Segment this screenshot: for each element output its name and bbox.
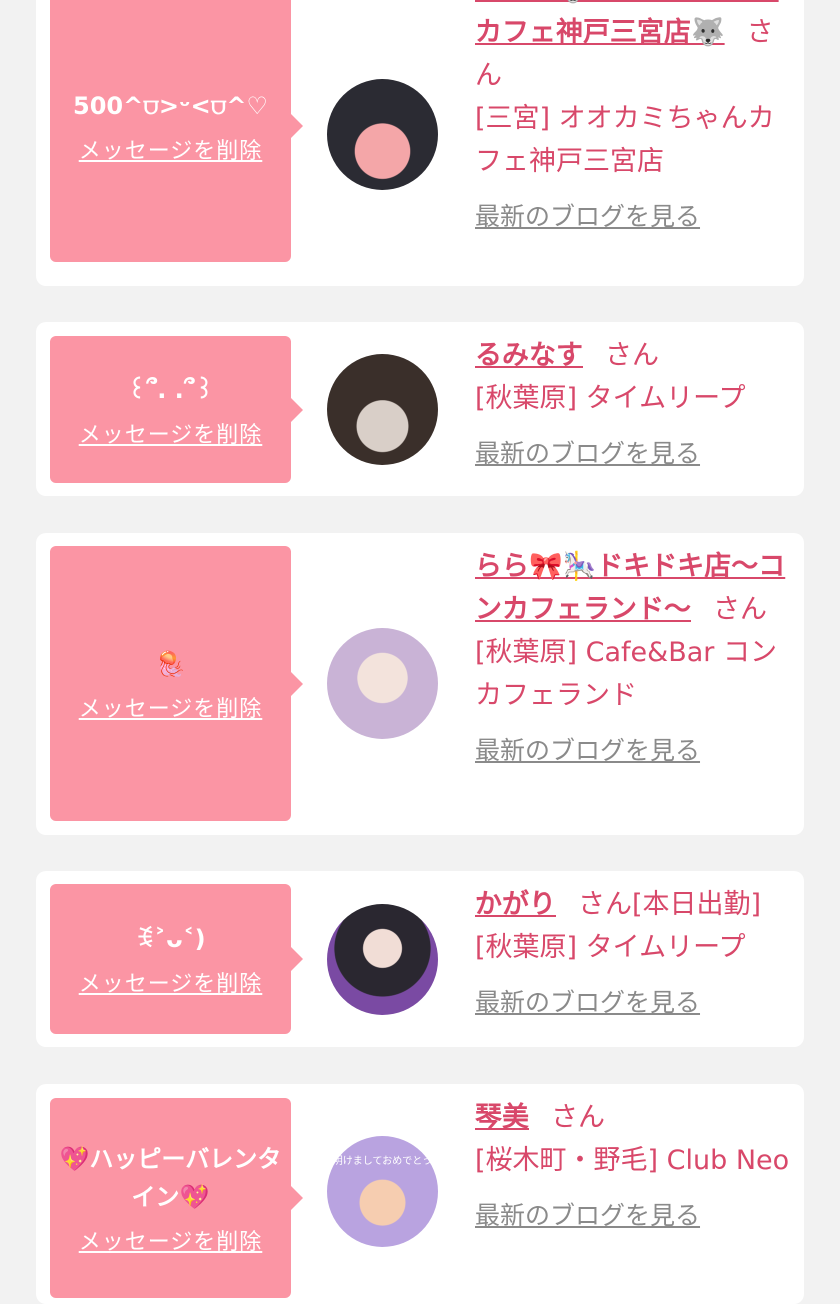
message-bubble: 🪼 メッセージを削除 [50,546,291,821]
message-text: 500^⩌>ᵕ<⩌^♡ [73,92,268,120]
latest-blog-link[interactable]: 最新のブログを見る [475,729,795,772]
message-bubble: ꉂ˃ᴗ˂) メッセージを削除 [50,884,291,1034]
honorific: さん [713,594,767,625]
delete-message-link[interactable]: メッセージを削除 [79,1224,263,1256]
shop-name: [三宮] オオカミちゃんカフェ神戸三宮店 [475,103,775,177]
cast-name-link[interactable]: 琴美 [475,1102,529,1133]
cast-info: にゃみ🐺オオカミちゃんカフェ神戸三宮店🐺さん [三宮] オオカミちゃんカフェ神戸… [475,0,795,238]
message-text: 💖ハッピーバレンタイン💖 [59,1145,282,1211]
message-card: 500^⩌>ᵕ<⩌^♡ メッセージを削除 にゃみ🐺オオカミちゃんカフェ神戸三宮店… [36,0,804,286]
honorific: さん [551,1102,605,1133]
shop-name: [桜木町・野毛] Club Neo [475,1145,790,1176]
cast-info: るみなす さん [秋葉原] タイムリープ 最新のブログを見る [475,334,795,475]
shop-name: [秋葉原] タイムリープ [475,383,746,414]
latest-blog-link[interactable]: 最新のブログを見る [475,195,795,238]
cast-info: らら🎀🎠ドキドキ店〜コンカフェランド〜 さん [秋葉原] Cafe&Bar コンカ… [475,545,795,772]
avatar[interactable] [327,354,438,465]
message-card: 🪼 メッセージを削除 らら🎀🎠ドキドキ店〜コンカフェランド〜 さん [秋葉原] C… [36,533,804,835]
message-card: ꉂ˃ᴗ˂) メッセージを削除 かがり さん[本日出勤] [秋葉原] タイムリープ … [36,871,804,1047]
message-card: ꒰՞. .՞꒱ メッセージを削除 るみなす さん [秋葉原] タイムリープ 最新の… [36,322,804,496]
cast-name-link[interactable]: かがり [475,889,556,920]
avatar[interactable] [327,628,438,739]
delete-message-link[interactable]: メッセージを削除 [79,691,263,723]
message-bubble: 💖ハッピーバレンタイン💖 メッセージを削除 [50,1098,291,1298]
delete-message-link[interactable]: メッセージを削除 [79,133,263,165]
latest-blog-link[interactable]: 最新のブログを見る [475,432,795,475]
avatar-caption: 明けましておめでとう [332,1156,433,1167]
honorific: さん [605,340,659,371]
message-text: 🪼 [155,649,186,678]
cast-name-link[interactable]: にゃみ🐺オオカミちゃんカフェ神戸三宮店🐺 [475,0,779,48]
shop-name: [秋葉原] タイムリープ [475,932,746,963]
avatar[interactable] [327,79,438,190]
message-bubble: 500^⩌>ᵕ<⩌^♡ メッセージを削除 [50,0,291,262]
message-text: ꉂ˃ᴗ˂) [135,925,206,953]
message-card: 💖ハッピーバレンタイン💖 メッセージを削除 明けましておめでとう 琴美 さん [桜… [36,1084,804,1304]
cast-info: かがり さん[本日出勤] [秋葉原] タイムリープ 最新のブログを見る [475,883,795,1024]
cast-info: 琴美 さん [桜木町・野毛] Club Neo 最新のブログを見る [475,1096,795,1237]
cast-name-link[interactable]: るみなす [475,340,583,371]
attendance-badge: [本日出勤] [632,889,762,920]
avatar[interactable]: 明けましておめでとう [327,1136,438,1247]
latest-blog-link[interactable]: 最新のブログを見る [475,981,795,1024]
shop-name: [秋葉原] Cafe&Bar コンカフェランド [475,637,777,711]
delete-message-link[interactable]: メッセージを削除 [79,417,263,449]
honorific: さん [578,889,632,920]
delete-message-link[interactable]: メッセージを削除 [79,966,263,998]
avatar[interactable] [327,904,438,1015]
latest-blog-link[interactable]: 最新のブログを見る [475,1194,795,1237]
message-text: ꒰՞. .՞꒱ [127,375,214,404]
message-bubble: ꒰՞. .՞꒱ メッセージを削除 [50,336,291,483]
